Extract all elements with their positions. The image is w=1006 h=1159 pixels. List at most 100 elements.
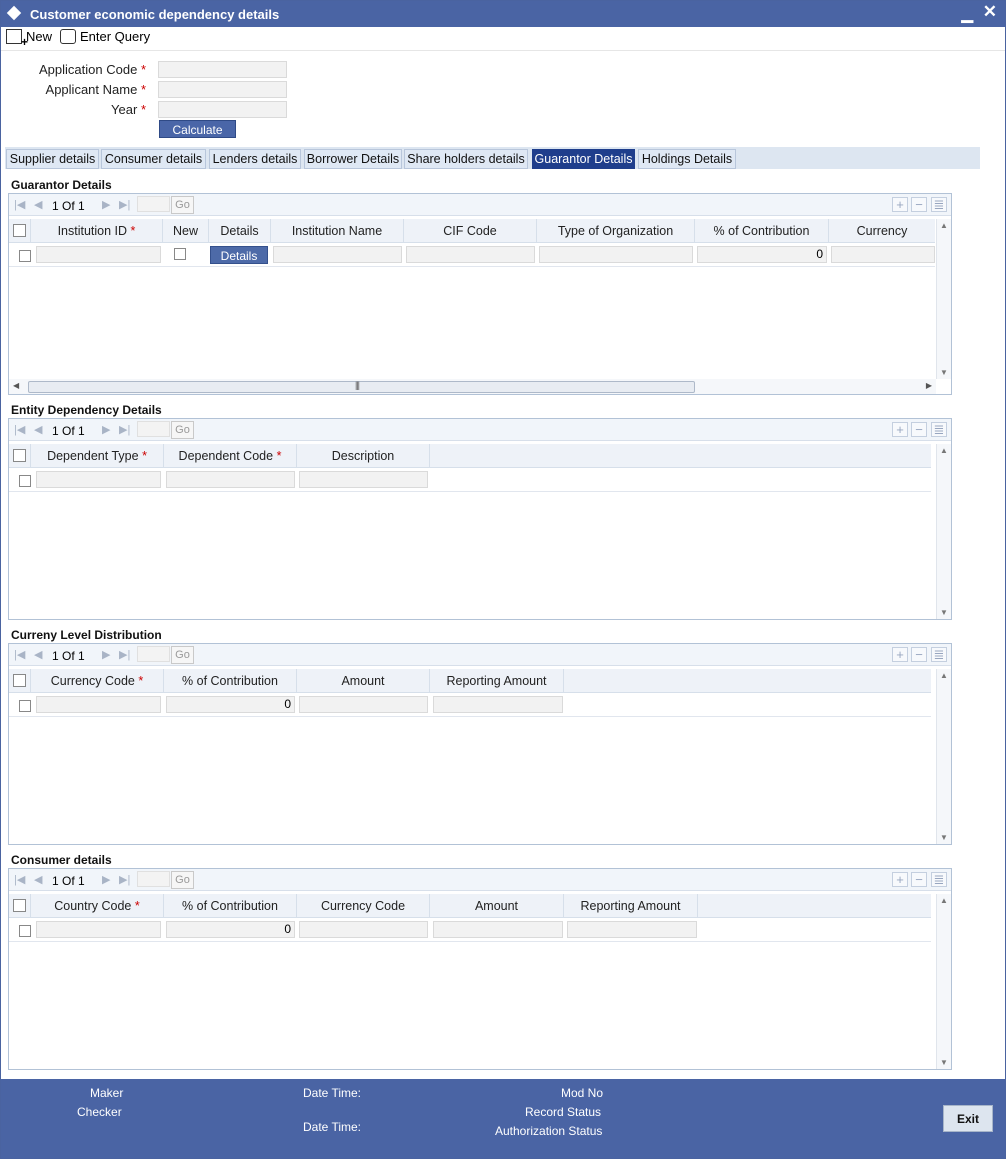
scroll-down-icon[interactable]: ▼ (940, 833, 948, 842)
delete-row-icon[interactable]: − (911, 647, 927, 662)
single-view-icon[interactable]: ≣ (931, 647, 947, 662)
column-new: New (163, 219, 209, 243)
close-icon[interactable]: ✕ (983, 2, 997, 22)
last-page-icon[interactable]: ▶| (119, 423, 130, 436)
dependent-type-input[interactable] (36, 471, 161, 488)
first-page-icon[interactable]: |◀ (14, 423, 25, 436)
previous-page-icon[interactable]: ◀ (34, 423, 42, 436)
enter-query-label: Enter Query (80, 29, 151, 44)
tab-lenders-details[interactable]: Lenders details (209, 149, 301, 169)
select-all-checkbox[interactable] (13, 449, 26, 462)
scroll-up-icon[interactable]: ▲ (940, 671, 948, 680)
vertical-scrollbar[interactable]: ▲ ▼ (936, 894, 951, 1069)
scroll-up-icon[interactable]: ▲ (940, 221, 948, 230)
scroll-down-icon[interactable]: ▼ (940, 368, 948, 377)
currency-input[interactable] (831, 246, 935, 263)
add-row-icon[interactable]: + (892, 197, 908, 212)
single-view-icon[interactable]: ≣ (931, 872, 947, 887)
single-view-icon[interactable]: ≣ (931, 197, 947, 212)
delete-row-icon[interactable]: − (911, 197, 927, 212)
amount-input[interactable] (433, 921, 563, 938)
exit-button[interactable]: Exit (943, 1105, 993, 1132)
last-page-icon[interactable]: ▶| (119, 648, 130, 661)
row-select-checkbox[interactable] (19, 475, 31, 487)
applicant-name-input[interactable] (158, 81, 287, 98)
previous-page-icon[interactable]: ◀ (34, 648, 42, 661)
page-number-input[interactable] (137, 871, 170, 887)
tab-guarantor-details[interactable]: Guarantor Details (532, 149, 635, 169)
institution-name-input[interactable] (273, 246, 402, 263)
cif-code-input[interactable] (406, 246, 535, 263)
next-page-icon[interactable]: ▶ (102, 648, 110, 661)
scroll-down-icon[interactable]: ▼ (940, 1058, 948, 1067)
row-select-checkbox[interactable] (19, 250, 31, 262)
year-input[interactable] (158, 101, 287, 118)
scroll-up-icon[interactable]: ▲ (940, 896, 948, 905)
details-button[interactable]: Details (210, 246, 268, 264)
scroll-up-icon[interactable]: ▲ (940, 446, 948, 455)
first-page-icon[interactable]: |◀ (14, 648, 25, 661)
tab-consumer-details[interactable]: Consumer details (101, 149, 206, 169)
currency-code-input[interactable] (299, 921, 428, 938)
minimize-icon[interactable]: ▁ (961, 5, 973, 23)
add-row-icon[interactable]: + (892, 647, 908, 662)
select-all-checkbox[interactable] (13, 899, 26, 912)
horizontal-scrollbar[interactable]: ◀ ||| ▶ (9, 379, 936, 394)
go-button[interactable]: Go (171, 421, 194, 439)
reporting-amount-input[interactable] (433, 696, 563, 713)
select-all-checkbox[interactable] (13, 674, 26, 687)
first-page-icon[interactable]: |◀ (14, 873, 25, 886)
tab-holdings-details[interactable]: Holdings Details (638, 149, 736, 169)
scroll-thumb[interactable]: ||| (28, 380, 695, 393)
maker-date-time-label: Date Time: (303, 1086, 362, 1100)
application-code-input[interactable] (158, 61, 287, 78)
contribution-input[interactable]: 0 (166, 921, 295, 938)
page-number-input[interactable] (137, 421, 170, 437)
institution-id-input[interactable] (36, 246, 161, 263)
dependent-code-input[interactable] (166, 471, 295, 488)
next-page-icon[interactable]: ▶ (102, 873, 110, 886)
scroll-down-icon[interactable]: ▼ (940, 608, 948, 617)
row-select-checkbox[interactable] (19, 700, 31, 712)
tab-borrower-details[interactable]: Borrower Details (304, 149, 402, 169)
type-of-organization-input[interactable] (539, 246, 693, 263)
add-row-icon[interactable]: + (892, 872, 908, 887)
vertical-scrollbar[interactable]: ▲ ▼ (936, 669, 951, 844)
select-all-checkbox[interactable] (13, 224, 26, 237)
delete-row-icon[interactable]: − (911, 872, 927, 887)
scroll-right-icon[interactable]: ▶ (926, 381, 932, 390)
row-select-checkbox[interactable] (19, 925, 31, 937)
last-page-icon[interactable]: ▶| (119, 873, 130, 886)
go-button[interactable]: Go (171, 196, 194, 214)
vertical-scrollbar[interactable]: ▲ ▼ (936, 219, 951, 379)
reporting-amount-input[interactable] (567, 921, 697, 938)
calculate-button[interactable]: Calculate (159, 120, 236, 138)
select-all-cell (9, 894, 31, 918)
country-code-input[interactable] (36, 921, 161, 938)
go-button[interactable]: Go (171, 646, 194, 664)
scroll-left-icon[interactable]: ◀ (13, 381, 19, 390)
tab-share-holders-details[interactable]: Share holders details (404, 149, 528, 169)
previous-page-icon[interactable]: ◀ (34, 198, 42, 211)
go-button[interactable]: Go (171, 871, 194, 889)
enter-query-button[interactable]: Enter Query (60, 29, 150, 44)
next-page-icon[interactable]: ▶ (102, 423, 110, 436)
last-page-icon[interactable]: ▶| (119, 198, 130, 211)
amount-input[interactable] (299, 696, 428, 713)
delete-row-icon[interactable]: − (911, 422, 927, 437)
currency-code-input[interactable] (36, 696, 161, 713)
vertical-scrollbar[interactable]: ▲ ▼ (936, 444, 951, 619)
contribution-input[interactable]: 0 (166, 696, 295, 713)
add-row-icon[interactable]: + (892, 422, 908, 437)
new-button[interactable]: New (6, 29, 52, 49)
next-page-icon[interactable]: ▶ (102, 198, 110, 211)
new-checkbox[interactable] (174, 248, 186, 260)
description-input[interactable] (299, 471, 428, 488)
page-number-input[interactable] (137, 646, 170, 662)
single-view-icon[interactable]: ≣ (931, 422, 947, 437)
tab-supplier-details[interactable]: Supplier details (6, 149, 99, 169)
page-number-input[interactable] (137, 196, 170, 212)
previous-page-icon[interactable]: ◀ (34, 873, 42, 886)
first-page-icon[interactable]: |◀ (14, 198, 25, 211)
contribution-input[interactable]: 0 (697, 246, 827, 263)
